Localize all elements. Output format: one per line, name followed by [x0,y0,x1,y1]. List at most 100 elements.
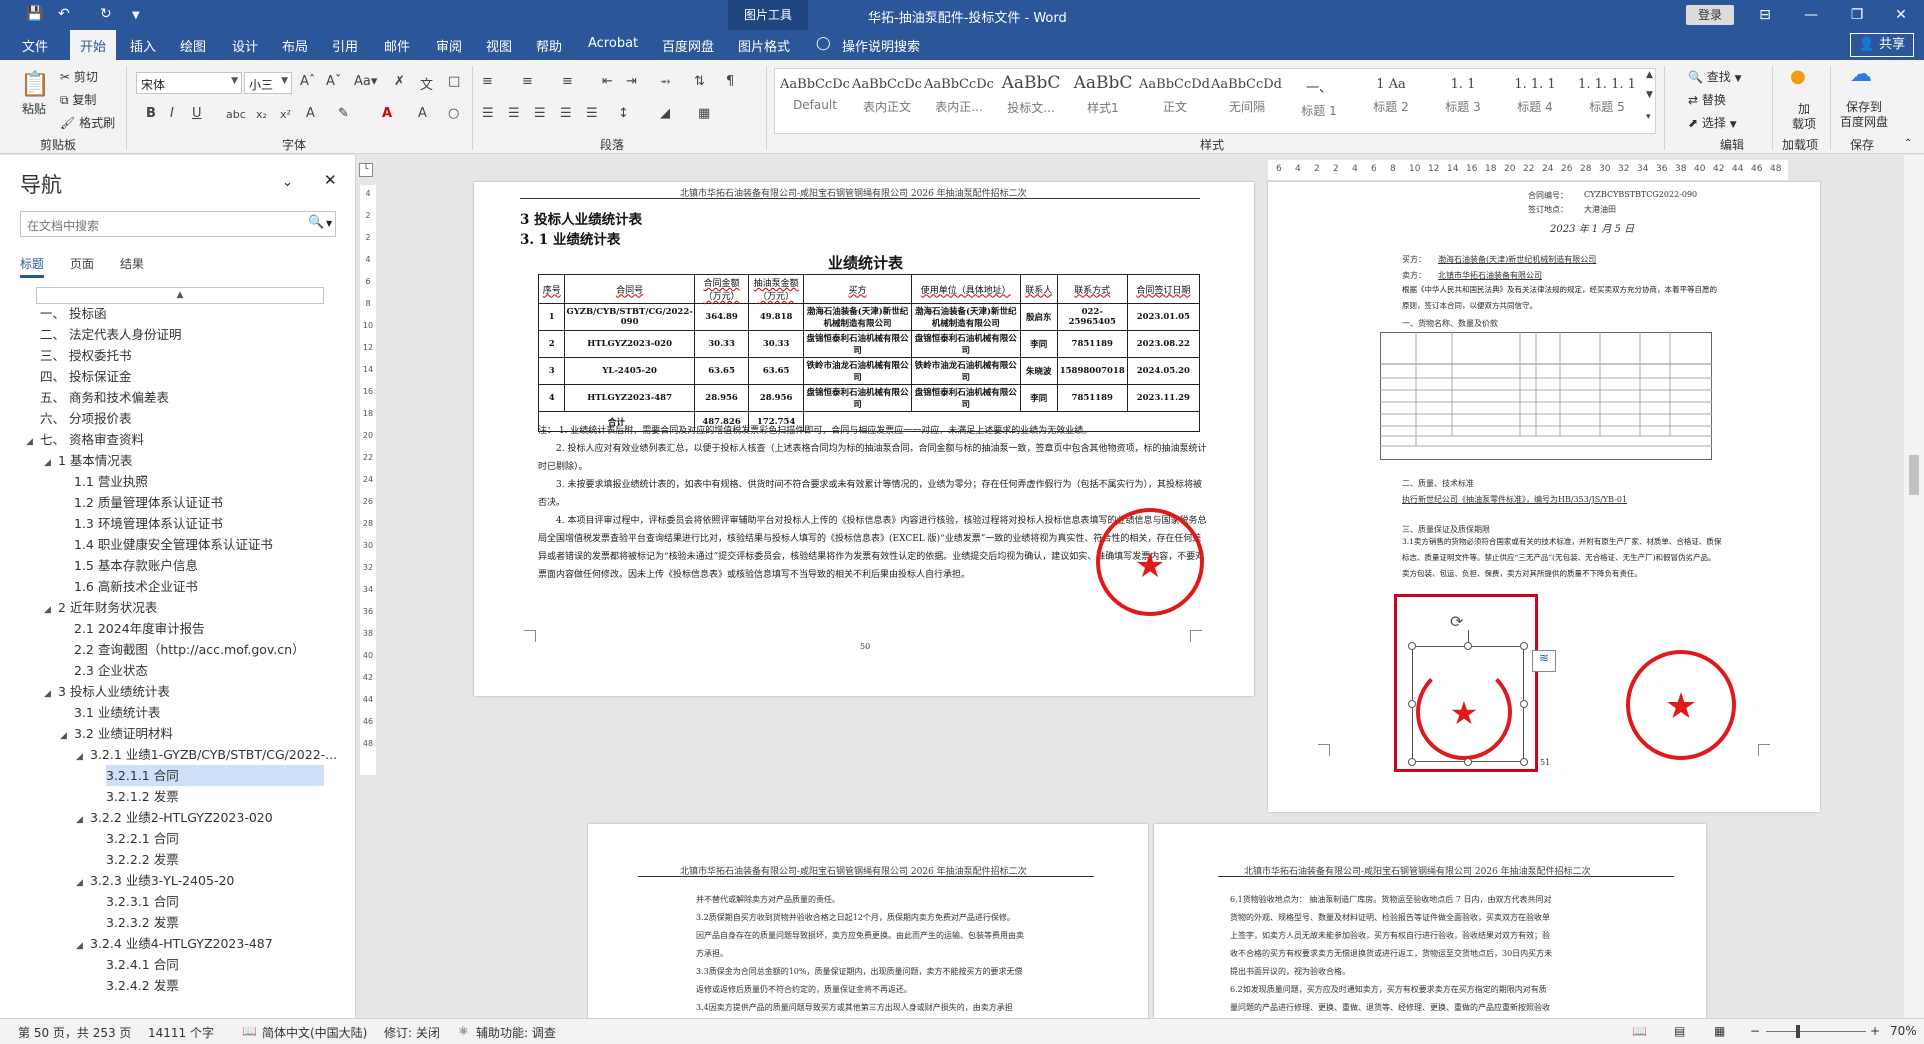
read-mode-icon[interactable]: 📖 [1632,1024,1647,1038]
nav-heading-item[interactable]: 二、 法定代表人身份证明 [40,324,181,345]
performance-table[interactable]: 序号 合同号 合同金额（万元） 抽油泵金额（万元） 买方 使用单位（具体地址） 联系人 联系方… [537,274,1201,432]
style-tile[interactable]: 1. 1. 1 标题 4 [1499,69,1571,133]
table-cell[interactable]: 渤海石油装备(天津)新世纪机械制造有限公司 [910,303,1021,331]
nav-heading-item[interactable]: 3.2.1.1 合同 [106,765,324,786]
align-center-icon[interactable]: ☰ [508,106,520,121]
style-tile[interactable]: AaBbCcDc 表内正... [923,69,995,133]
phonetic-guide-icon[interactable]: 文 [420,74,433,93]
style-tile[interactable]: AaBbC 投标文... [995,69,1067,133]
document-page-53[interactable]: 北镇市华拓石油装备有限公司-咸阳宝石钢管钢绳有限公司 2026 年抽油泵配件招标… [1154,824,1706,1018]
expand-triangle-icon[interactable]: ◢ [76,810,90,831]
style-tile[interactable]: 1. 1 标题 3 [1427,69,1499,133]
shading-icon[interactable]: ◢ [660,106,670,121]
table-cell[interactable]: YL-2405-20 [564,357,695,385]
char-shading-icon[interactable]: A [418,106,427,121]
nav-heading-item[interactable]: 1.4 职业健康安全管理体系认证证书 [74,534,273,555]
table-cell[interactable]: 盘锦恒泰利石油机械有限公司 [910,330,1021,358]
change-case-icon[interactable]: Aa▾ [354,74,377,89]
search-icon[interactable]: 🔍 [308,215,324,230]
tab-layout[interactable]: 布局 [282,36,308,55]
table-cell[interactable]: 2023.11.29 [1126,384,1201,412]
nav-heading-item[interactable]: 3.1 业绩统计表 [74,702,160,723]
expand-triangle-icon[interactable]: ◢ [44,684,58,705]
chinese-layout-icon[interactable]: ⥇ [660,74,670,89]
customize-quick-access-icon[interactable]: ▼ [132,10,140,21]
chevron-down-icon[interactable]: ▼ [326,219,332,228]
table-title[interactable]: 业绩统计表 [828,252,903,273]
nav-heading-item[interactable]: 1.5 基本存款账户信息 [74,555,198,576]
nav-heading-item[interactable]: ◢ 七、 资格审查资料 [26,429,144,450]
undo-icon[interactable]: ↶ [58,6,70,22]
text-effects-icon[interactable]: A [306,106,315,121]
restore-button[interactable]: ❐ [1834,0,1880,30]
note-paragraph[interactable]: 3. 未按要求填报业绩统计表的，如表中有规格、供货时间不符合要求或未有效累计等情… [538,476,1208,512]
minimize-button[interactable]: — [1788,0,1834,30]
zoom-out-icon[interactable]: − [1750,1024,1760,1038]
table-cell[interactable]: 7851189 [1056,330,1128,358]
bullets-icon[interactable]: ≡ [482,74,493,89]
table-cell[interactable]: 2024.05.20 [1126,357,1201,385]
table-cell[interactable]: 1 [537,303,566,331]
table-cell[interactable]: 30.33 [693,330,750,358]
zoom-slider-thumb[interactable] [1796,1025,1800,1038]
vertical-scrollbar[interactable] [1904,155,1924,1018]
nav-heading-item[interactable]: 2.2 查询截图（http://acc.mof.gov.cn） [74,639,305,660]
nav-tab-pages[interactable]: 页面 [70,255,94,272]
style-tile[interactable]: AaBbC 样式1 [1067,69,1139,133]
table-cell[interactable]: 殷启东 [1019,303,1058,331]
increase-indent-icon[interactable]: ⇥ [626,74,637,89]
justify-icon[interactable]: ☰ [560,106,572,121]
shrink-font-icon[interactable]: Aˇ [326,74,341,89]
addins-button[interactable]: 加 载项 [1792,102,1816,132]
addins-icon[interactable]: ● [1790,66,1806,87]
table-cell[interactable]: 2023.01.05 [1126,303,1201,331]
font-family-combo[interactable]: 宋体 ▼ [136,72,242,94]
heading-performance-table[interactable]: 3. 1 业绩统计表 [520,228,620,248]
table-cell[interactable]: 铁岭市油龙石油机械有限公司 [802,357,912,385]
body-line[interactable]: 因产品自身存在的质量问题导致损坏，卖方应免费更换。由此而产生的运输、包装等费用由… [696,930,1036,941]
tab-mailings[interactable]: 邮件 [384,36,410,55]
document-page-51[interactable]: 合同编号： CYZBCYBSTBTCG2022-090 签订地点： 大港油田 2… [1268,182,1820,812]
expand-triangle-icon[interactable]: ◢ [76,747,90,768]
word-count-status[interactable]: 14111 个字 [148,1024,214,1041]
nav-heading-item[interactable]: 三、 授权委托书 [40,345,131,366]
table-cell[interactable]: 364.89 [693,303,750,331]
nav-heading-item[interactable]: 3.2.2.1 合同 [106,828,179,849]
table-cell[interactable]: 28.956 [748,384,804,412]
nav-heading-item[interactable]: ◢ 3.2.4 业绩4-HTLGYZ2023-487 [76,933,273,954]
expand-triangle-icon[interactable]: ◢ [26,432,40,453]
table-cell[interactable]: 15898007018 [1056,357,1128,385]
rotate-handle-icon[interactable]: ⟳ [1450,612,1463,631]
resize-handle-w[interactable] [1408,700,1416,708]
body-line[interactable]: 收不合格的买方有权要求卖方无偿退换货或进行返工，货物运至交货地点后，30日内买方… [1230,948,1630,959]
nav-heading-item[interactable]: 六、 分项报价表 [40,408,131,429]
tell-me-search[interactable]: 操作说明搜索 [842,36,920,55]
nav-heading-item[interactable]: 五、 商务和技术偏差表 [40,387,169,408]
align-left-icon[interactable]: ☰ [482,106,494,121]
heading-performance[interactable]: 3 投标人业绩统计表 [520,208,642,228]
table-cell[interactable]: 2023.08.22 [1126,330,1201,358]
zoom-in-icon[interactable]: + [1870,1024,1880,1038]
body-line[interactable]: 并不替代或解除卖方对产品质量的责任。 [696,894,1036,905]
close-icon[interactable]: ✕ [324,171,337,189]
note-paragraph[interactable]: 2. 投标人应对有效业绩列表汇总，以便于投标人核查（上述表格合同均为标的抽油泵合… [538,440,1208,476]
proofing-icon[interactable]: 📖 [242,1024,257,1038]
align-right-icon[interactable]: ☰ [534,106,546,121]
table-cell[interactable]: 63.65 [748,357,804,385]
table-cell[interactable]: 盘锦恒泰利石油机械有限公司 [802,384,912,412]
nav-heading-item[interactable]: ◢ 1 基本情况表 [44,450,132,471]
format-painter-button[interactable]: 🖌 格式刷 [60,114,115,131]
resize-handle-s[interactable] [1464,758,1472,766]
nav-tab-results[interactable]: 结果 [120,255,144,272]
nav-heading-item[interactable]: 四、 投标保证金 [40,366,131,387]
document-page-50[interactable]: 北镇市华拓石油装备有限公司-咸阳宝石钢管钢绳有限公司 2026 年抽油泵配件招标… [474,182,1254,696]
style-tile[interactable]: AaBbCcDdI 正文 [1139,69,1211,133]
table-cell[interactable]: HTLGYZ2023-020 [564,330,695,358]
table-cell[interactable]: 2 [537,330,566,358]
tab-picture-format[interactable]: 图片格式 [738,36,790,55]
tab-draw[interactable]: 绘图 [180,36,206,55]
tab-help[interactable]: 帮助 [536,36,562,55]
track-changes-status[interactable]: 修订: 关闭 [384,1024,440,1041]
table-cell[interactable]: 盘锦恒泰利石油机械有限公司 [802,330,912,358]
table-cell[interactable]: 李同 [1019,384,1058,412]
